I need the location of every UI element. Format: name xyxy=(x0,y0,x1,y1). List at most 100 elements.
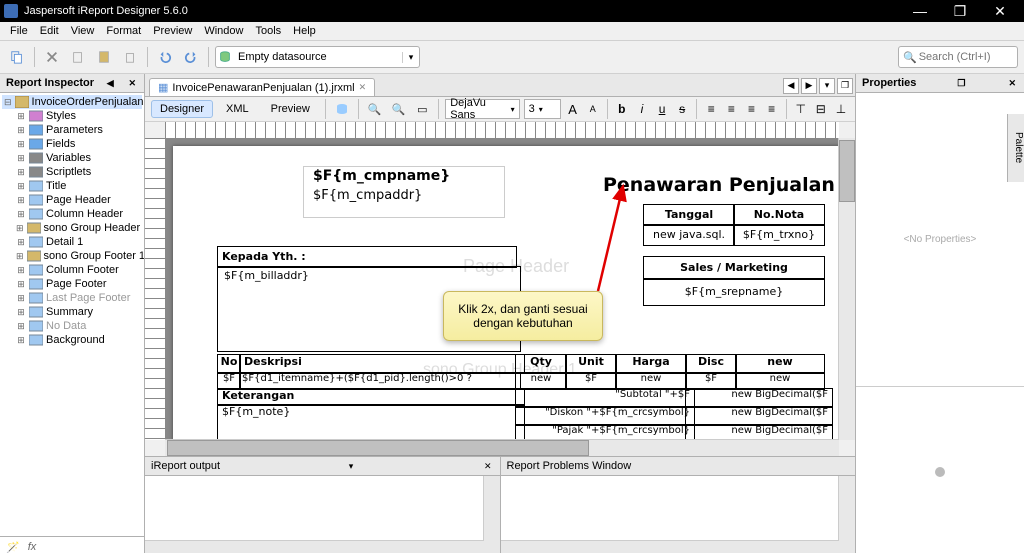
ruler-horizontal[interactable] xyxy=(165,122,839,139)
cut-button[interactable] xyxy=(41,46,63,68)
menu-file[interactable]: File xyxy=(4,25,34,37)
report-page[interactable]: Page Header sono Group Header 1 $F{m_cmp… xyxy=(173,146,839,440)
cell-tanggal-v[interactable]: new java.sql. xyxy=(643,224,735,246)
cell-sales-h[interactable]: Sales / Marketing xyxy=(643,256,825,280)
fx-icon[interactable]: fx xyxy=(28,541,37,553)
tot-l-0[interactable]: "Subtotal "+$F xyxy=(515,388,695,408)
italic-button[interactable]: i xyxy=(634,100,650,118)
menu-edit[interactable]: Edit xyxy=(34,25,65,37)
col-disc[interactable]: Disc xyxy=(685,354,737,374)
undo-button[interactable] xyxy=(154,46,176,68)
zoom-in-button[interactable]: 🔍 xyxy=(365,98,385,120)
col-qty[interactable]: Qty xyxy=(515,354,567,374)
menu-preview[interactable]: Preview xyxy=(147,25,198,37)
tab-preview[interactable]: Preview xyxy=(262,100,319,118)
tot-r-2[interactable]: new BigDecimal($F xyxy=(685,424,833,440)
scrollbar[interactable] xyxy=(501,540,840,553)
search-box[interactable]: 🔍 xyxy=(898,46,1018,68)
menu-help[interactable]: Help xyxy=(287,25,322,37)
underline-button[interactable]: u xyxy=(654,100,670,118)
col-new[interactable]: new xyxy=(735,354,825,374)
valign-top-button[interactable]: ⊤ xyxy=(793,100,809,118)
cell-kepada-h[interactable]: Kepada Yth. : xyxy=(217,246,517,268)
tree-item[interactable]: ⊞Column Header xyxy=(2,207,142,221)
tree-item[interactable]: ⊞sono Group Footer 1 xyxy=(2,249,142,263)
field-cmpaddr[interactable]: $F{m_cmpaddr} xyxy=(313,188,422,203)
cell-nonota-v[interactable]: $F{m_trxno} xyxy=(733,224,825,246)
palette-tab[interactable]: Palette xyxy=(1007,114,1024,182)
tree-item[interactable]: ⊞Variables xyxy=(2,151,142,165)
delete-button[interactable] xyxy=(119,46,141,68)
panel-menu-icon[interactable]: ◀ xyxy=(105,78,116,89)
tot-r-1[interactable]: new BigDecimal($F xyxy=(685,406,833,426)
zoom-fit-button[interactable]: ▭ xyxy=(412,98,432,120)
cell-keterangan-v[interactable]: $F{m_note} xyxy=(217,404,525,440)
canvas[interactable]: Page Header sono Group Header 1 $F{m_cmp… xyxy=(165,138,839,440)
maximize-button[interactable]: ❐ xyxy=(940,0,980,22)
panel-menu-icon[interactable]: ▾ xyxy=(347,461,356,472)
zoom-out-button[interactable]: 🔍 xyxy=(388,98,408,120)
ruler-vertical[interactable] xyxy=(145,138,166,440)
tree-item[interactable]: ⊞Page Header xyxy=(2,193,142,207)
tree-item[interactable]: ⊞No Data xyxy=(2,319,142,333)
wand-icon[interactable]: 🪄 xyxy=(6,541,20,553)
panel-close-icon[interactable]: ✕ xyxy=(482,461,494,472)
datasource-selector[interactable]: Empty datasource ▾ xyxy=(215,46,420,68)
strike-button[interactable]: s xyxy=(674,100,690,118)
tree-item[interactable]: ⊞Title xyxy=(2,179,142,193)
col-unit[interactable]: Unit xyxy=(565,354,617,374)
tree-root[interactable]: ⊟ InvoiceOrderPenjualan xyxy=(2,95,142,109)
tree-item[interactable]: ⊞Fields xyxy=(2,137,142,151)
canvas-scrollbar-v[interactable] xyxy=(838,138,855,440)
tree-item[interactable]: ⊞sono Group Header 1 xyxy=(2,221,142,235)
copy2-button[interactable] xyxy=(67,46,89,68)
font-size-select[interactable]: 3▾ xyxy=(524,99,561,119)
paste-button[interactable] xyxy=(93,46,115,68)
tab-max-button[interactable]: ❐ xyxy=(837,78,853,94)
tot-l-2[interactable]: "Pajak "+$F{m_crcsymbol} xyxy=(515,424,695,440)
valign-mid-button[interactable]: ⊟ xyxy=(813,100,829,118)
tree-item[interactable]: ⊞Page Footer xyxy=(2,277,142,291)
menu-window[interactable]: Window xyxy=(198,25,249,37)
canvas-scrollbar-h[interactable] xyxy=(165,439,839,456)
menu-view[interactable]: View xyxy=(65,25,101,37)
tree-item[interactable]: ⊞Background xyxy=(2,333,142,347)
cell-sales-v[interactable]: $F{m_srepname} xyxy=(643,278,825,306)
align-justify-button[interactable]: ≡ xyxy=(764,100,780,118)
cell-tanggal-h[interactable]: Tanggal xyxy=(643,204,735,226)
tree-item[interactable]: ⊞Parameters xyxy=(2,123,142,137)
tree-item[interactable]: ⊞Column Footer xyxy=(2,263,142,277)
font-dec-button[interactable]: A xyxy=(585,100,601,118)
font-inc-button[interactable]: A xyxy=(565,100,581,118)
tot-l-1[interactable]: "Diskon "+$F{m_crcsymbol} xyxy=(515,406,695,426)
report-title[interactable]: Penawaran Penjualan xyxy=(603,174,835,196)
font-family-select[interactable]: DejaVu Sans▾ xyxy=(445,99,519,119)
bold-button[interactable]: b xyxy=(614,100,630,118)
align-center-button[interactable]: ≡ xyxy=(723,100,739,118)
scrollbar[interactable] xyxy=(483,476,500,553)
tab-xml[interactable]: XML xyxy=(217,100,258,118)
col-no[interactable]: No xyxy=(217,354,241,374)
tab-close-icon[interactable]: ✕ xyxy=(359,82,367,93)
copy-button[interactable] xyxy=(6,46,28,68)
db-button[interactable] xyxy=(332,98,352,120)
editor-tab[interactable]: ▦ InvoicePenawaranPenjualan (1).jrxml ✕ xyxy=(149,78,375,96)
tot-r-0[interactable]: new BigDecimal($F xyxy=(685,388,833,408)
scrollbar[interactable] xyxy=(838,476,855,553)
menu-tools[interactable]: Tools xyxy=(249,25,287,37)
col-harga[interactable]: Harga xyxy=(615,354,687,374)
panel-menu-icon[interactable]: ❐ xyxy=(955,78,967,89)
align-left-button[interactable]: ≡ xyxy=(703,100,719,118)
menu-format[interactable]: Format xyxy=(100,25,147,37)
tab-list-button[interactable]: ▾ xyxy=(819,78,835,94)
close-button[interactable]: ✕ xyxy=(980,0,1020,22)
tree-item[interactable]: ⊞Scriptlets xyxy=(2,165,142,179)
redo-button[interactable] xyxy=(180,46,202,68)
panel-close-icon[interactable]: ✕ xyxy=(1006,78,1018,89)
tab-designer[interactable]: Designer xyxy=(151,100,213,118)
tab-prev-button[interactable]: ◀ xyxy=(783,78,799,94)
search-input[interactable] xyxy=(917,50,1001,64)
tree-item[interactable]: ⊞Summary xyxy=(2,305,142,319)
cell-nonota-h[interactable]: No.Nota xyxy=(733,204,825,226)
tree-item[interactable]: ⊞Last Page Footer xyxy=(2,291,142,305)
